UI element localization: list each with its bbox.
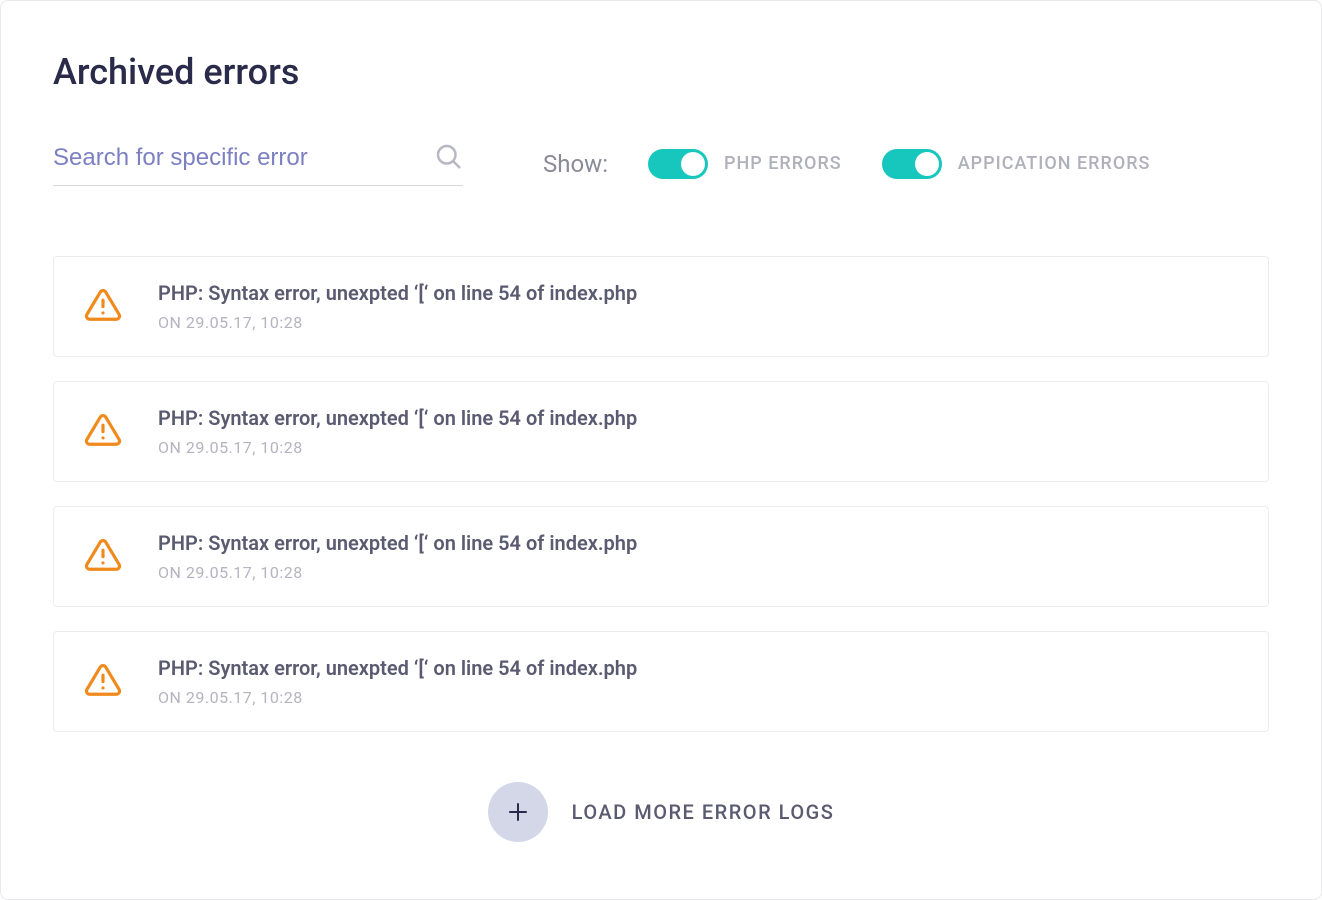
error-timestamp: ON 29.05.17, 10:28 xyxy=(158,563,637,582)
error-title: PHP: Syntax error, unexpted ‘[‘ on line … xyxy=(158,531,637,555)
error-title: PHP: Syntax error, unexpted ‘[‘ on line … xyxy=(158,281,637,305)
error-title: PHP: Syntax error, unexpted ‘[‘ on line … xyxy=(158,656,637,680)
search-icon[interactable] xyxy=(433,141,463,175)
page-title: Archived errors xyxy=(53,51,1269,93)
plus-icon xyxy=(488,782,548,842)
error-list-item[interactable]: PHP: Syntax error, unexpted ‘[‘ on line … xyxy=(53,381,1269,482)
php-errors-toggle[interactable] xyxy=(648,149,708,179)
warning-icon xyxy=(84,411,122,453)
application-errors-filter: APPICATION ERRORS xyxy=(882,149,1151,179)
error-list: PHP: Syntax error, unexpted ‘[‘ on line … xyxy=(53,256,1269,732)
error-list-item[interactable]: PHP: Syntax error, unexpted ‘[‘ on line … xyxy=(53,631,1269,732)
error-body: PHP: Syntax error, unexpted ‘[‘ on line … xyxy=(158,406,637,457)
warning-icon xyxy=(84,286,122,328)
error-body: PHP: Syntax error, unexpted ‘[‘ on line … xyxy=(158,656,637,707)
error-body: PHP: Syntax error, unexpted ‘[‘ on line … xyxy=(158,531,637,582)
php-errors-toggle-label: PHP ERRORS xyxy=(724,153,842,174)
error-timestamp: ON 29.05.17, 10:28 xyxy=(158,688,637,707)
php-errors-filter: PHP ERRORS xyxy=(648,149,842,179)
archived-errors-card: Archived errors Show: PHP ERRORS APPICAT… xyxy=(0,0,1322,900)
warning-icon xyxy=(84,536,122,578)
warning-icon xyxy=(84,661,122,703)
show-label: Show: xyxy=(543,150,608,178)
error-list-item[interactable]: PHP: Syntax error, unexpted ‘[‘ on line … xyxy=(53,506,1269,607)
error-body: PHP: Syntax error, unexpted ‘[‘ on line … xyxy=(158,281,637,332)
search-input[interactable] xyxy=(53,144,433,172)
search-field-wrap xyxy=(53,141,463,186)
load-more-button[interactable]: LOAD MORE ERROR LOGS xyxy=(53,782,1269,842)
application-errors-toggle[interactable] xyxy=(882,149,942,179)
error-timestamp: ON 29.05.17, 10:28 xyxy=(158,313,637,332)
load-more-label: LOAD MORE ERROR LOGS xyxy=(572,800,835,824)
error-timestamp: ON 29.05.17, 10:28 xyxy=(158,438,637,457)
application-errors-toggle-label: APPICATION ERRORS xyxy=(958,153,1151,174)
controls-row: Show: PHP ERRORS APPICATION ERRORS xyxy=(53,141,1269,186)
error-list-item[interactable]: PHP: Syntax error, unexpted ‘[‘ on line … xyxy=(53,256,1269,357)
error-title: PHP: Syntax error, unexpted ‘[‘ on line … xyxy=(158,406,637,430)
